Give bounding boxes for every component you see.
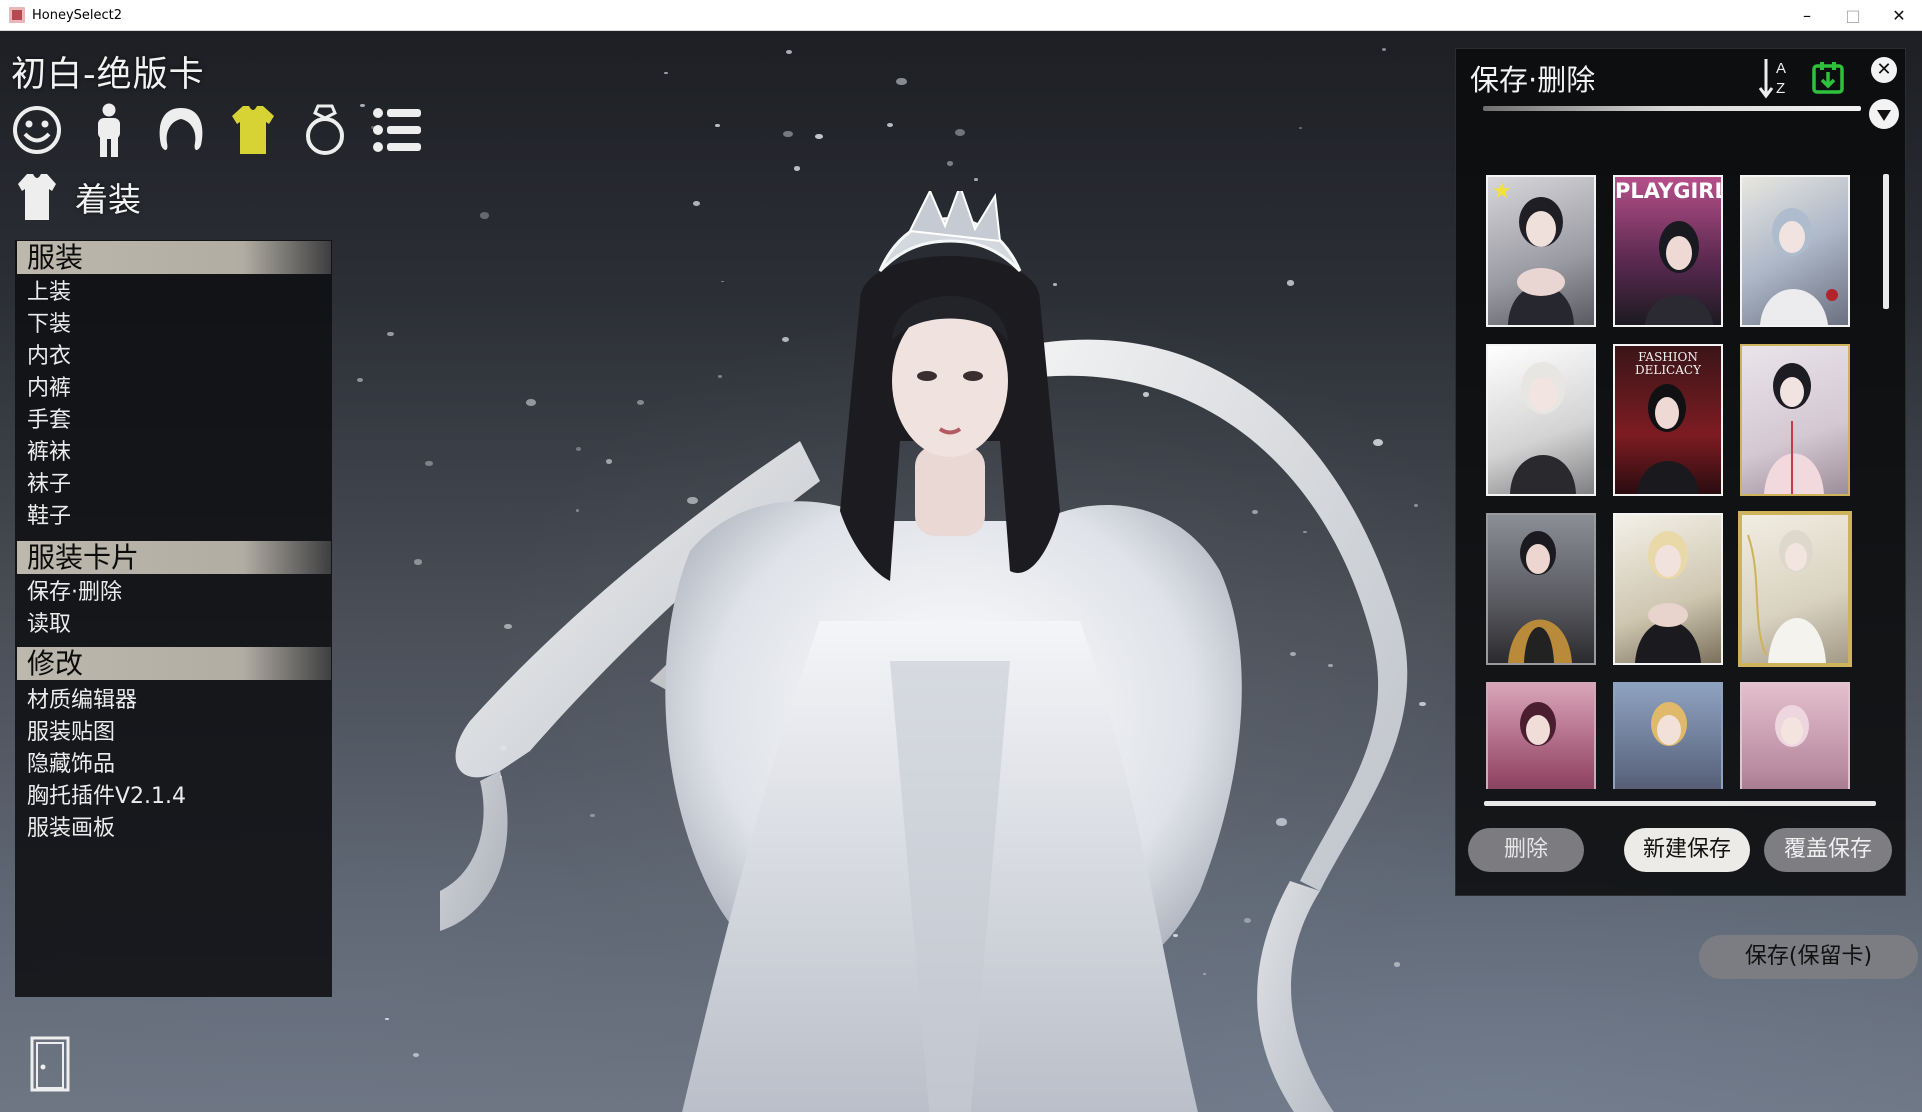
snow-flake [786,49,793,55]
snow-flake [664,71,669,75]
snow-flake [424,460,433,466]
card-6[interactable] [1740,344,1850,496]
menu-group-clothing: 服装 [17,241,331,274]
hair-icon[interactable] [154,100,208,160]
snow-flake [715,123,721,128]
snow-flake [356,377,364,383]
panel-title: 保存·删除 [1470,63,1596,97]
menu-item-top[interactable]: 上装 [27,278,71,308]
menu-item-bra[interactable]: 内衣 [27,342,71,372]
section-title: 着装 [75,180,141,219]
menu-item-shoes[interactable]: 鞋子 [27,502,71,532]
character-name: 初白-绝版卡 [11,55,205,95]
snow-flake [973,178,979,182]
menu-item-load[interactable]: 读取 [27,610,71,640]
dropdown-button[interactable] [1869,99,1899,129]
minimize-button[interactable]: – [1784,0,1830,31]
save-delete-panel: 保存·删除 A Z ✕ ★ PLAYGIRL FASHION DELICACY … [1455,48,1906,896]
card-2-caption: PLAYGIRL [1615,179,1723,203]
snow-flake [783,130,793,138]
snow-flake [387,331,394,337]
card-1[interactable]: ★ [1486,175,1596,327]
shirt-icon [18,174,56,220]
snow-flake [815,134,823,140]
close-window-button[interactable]: ✕ [1876,0,1922,31]
clothing-card-grid: ★ PLAYGIRL FASHION DELICACY [1486,175,1871,789]
window-title-bar: HoneySelect2 – □ ✕ [0,0,1922,31]
card-12[interactable] [1740,682,1850,789]
menu-item-hide-accessories[interactable]: 隐藏饰品 [27,750,115,780]
snow-flake [793,166,801,171]
snow-flake [412,1052,419,1057]
new-save-button[interactable]: 新建保存 [1624,828,1750,872]
character-model [440,191,1408,1112]
snow-flake [414,559,423,566]
card-7[interactable] [1486,513,1596,665]
close-panel-button[interactable]: ✕ [1871,57,1897,83]
card-list-horizontal-bar [1484,801,1876,806]
menu-item-panties[interactable]: 内裤 [27,374,71,404]
menu-item-clothing-texture[interactable]: 服装贴图 [27,718,115,748]
snow-flake [1299,127,1302,130]
chevron-down-icon [1877,110,1891,121]
clothing-icon[interactable] [226,100,280,160]
list-menu-icon[interactable] [370,100,424,160]
card-5[interactable]: FASHION DELICACY [1613,344,1723,496]
card-3[interactable] [1740,175,1850,327]
snow-flake [887,122,893,127]
menu-item-gloves[interactable]: 手套 [27,406,71,436]
character-viewport[interactable]: 初白-绝版卡 着装 服装 上装 下装 内衣 内裤 手套 裤袜 袜子 鞋子 服装卡… [0,31,1922,1112]
svg-text:Z: Z [1776,80,1785,97]
favorite-star-icon: ★ [1492,179,1512,204]
menu-item-material-editor[interactable]: 材质编辑器 [27,686,137,716]
face-icon[interactable] [10,100,64,160]
card-2[interactable]: PLAYGIRL [1613,175,1723,327]
card-10[interactable] [1486,682,1596,789]
snow-flake [895,77,907,86]
menu-group-modify: 修改 [17,647,331,680]
body-icon[interactable] [82,100,136,160]
menu-item-socks[interactable]: 袜子 [27,470,71,500]
snow-flake [955,129,966,137]
category-icon-bar [10,100,442,160]
card-9[interactable] [1738,511,1852,667]
menu-item-pantyhose[interactable]: 裤袜 [27,438,71,468]
menu-item-bra-plugin[interactable]: 胸托插件V2.1.4 [27,782,186,812]
overwrite-save-button[interactable]: 覆盖保存 [1764,828,1892,872]
accessory-ring-icon[interactable] [298,100,352,160]
card-list-scrollbar[interactable] [1883,174,1889,309]
menu-item-clothing-board[interactable]: 服装画板 [27,814,115,844]
app-icon [9,7,25,23]
menu-group-clothing-card: 服装卡片 [17,541,331,574]
card-4[interactable] [1486,344,1596,496]
menu-item-save-delete[interactable]: 保存·删除 [27,578,122,608]
download-save-icon[interactable] [1811,61,1845,95]
sort-az-icon[interactable]: A Z [1758,55,1792,99]
card-5-caption: FASHION DELICACY [1634,350,1702,377]
maximize-button[interactable]: □ [1830,0,1876,31]
svg-text:A: A [1776,60,1786,77]
exit-door-icon[interactable] [29,1035,71,1093]
menu-item-bottom[interactable]: 下装 [27,310,71,340]
section-header: 着装 [17,172,141,222]
name-filter-track[interactable] [1483,106,1861,111]
save-keep-card-button[interactable]: 保存(保留卡) [1699,935,1918,979]
card-8[interactable] [1613,513,1723,665]
snow-flake [1382,48,1387,52]
clothing-menu-panel: 服装 上装 下装 内衣 内裤 手套 裤袜 袜子 鞋子 服装卡片 保存·删除 读取… [15,240,332,997]
snow-flake [385,1017,389,1021]
window-title: HoneySelect2 [32,7,123,23]
card-11[interactable] [1613,682,1723,789]
delete-button[interactable]: 删除 [1468,828,1584,872]
snow-flake [946,161,954,166]
